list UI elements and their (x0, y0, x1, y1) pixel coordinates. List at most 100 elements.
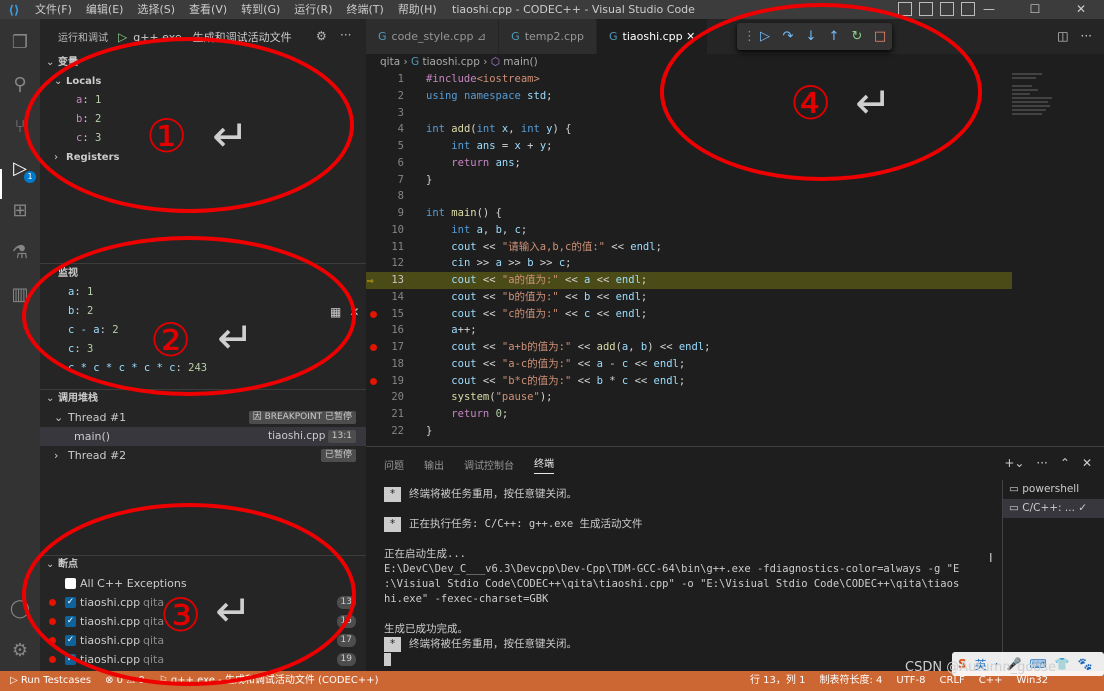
code-line[interactable]: 20 system("pause"); (366, 389, 1012, 406)
code-token: ) { (552, 123, 572, 136)
menu-run[interactable]: 运行(R) (287, 0, 339, 19)
close-panel-icon[interactable]: ✕ (1082, 456, 1092, 470)
tab-code-style[interactable]: Gcode_style.cpp ⊿ (366, 19, 500, 54)
code-token: int (426, 123, 445, 136)
toolbox-icon[interactable]: 🐾 (1078, 657, 1093, 671)
check-icon: ✓ (1078, 502, 1088, 514)
function-symbol-icon: ⬡ (490, 56, 500, 68)
breadcrumb-file[interactable]: tiaoshi.cpp (423, 56, 480, 68)
minimize-button[interactable]: — (966, 0, 1012, 19)
terminal-line: * 终端将被任务重用，按任意键关闭。 (384, 637, 984, 652)
code-token: << (571, 374, 597, 387)
code-token: int (451, 223, 471, 236)
code-token: endl (615, 274, 641, 286)
cursor-position[interactable]: 行 13，列 1 (750, 671, 805, 691)
skin-icon[interactable]: 👕 (1055, 657, 1070, 671)
terminal-icon: ▭ (1009, 502, 1023, 514)
menu-help[interactable]: 帮助(H) (391, 0, 444, 19)
code-token: add (451, 123, 471, 136)
code-line[interactable]: 14 cout << "b的值为:" << b << endl; (366, 289, 1012, 306)
search-icon[interactable]: ⚲ (8, 73, 32, 97)
menu-edit[interactable]: 编辑(E) (79, 0, 131, 19)
code-line[interactable]: 18 cout << "a-c的值为:" << a - c << endl; (366, 356, 1012, 373)
code-token: >> (470, 257, 496, 270)
code-line[interactable]: 15 cout << "c的值为:" << c << endl; (366, 306, 1012, 323)
maximize-panel-icon[interactable]: ⌃ (1060, 456, 1070, 470)
maximize-button[interactable]: ☐ (1012, 0, 1058, 19)
code-token: int (476, 123, 496, 136)
return-arrow-icon: ↵ (855, 78, 892, 129)
menu-terminal[interactable]: 终端(T) (340, 0, 391, 19)
terminal-line: 正在启动生成... (384, 547, 984, 562)
window-title: tiaoshi.cpp - CODEC++ - Visual Studio Co… (452, 3, 695, 16)
more-actions-icon[interactable]: ··· (340, 28, 351, 42)
run-debug-icon[interactable]: ▷ 1 (8, 157, 36, 183)
toggle-secondary-sidebar-icon[interactable] (940, 2, 954, 16)
tab-problems[interactable]: 问题 (384, 457, 404, 472)
settings-gear-icon[interactable]: ⚙ (8, 639, 32, 663)
terminal-text: :\Visiual Stdio Code\CODEC++\qita\tiaosh… (384, 578, 960, 590)
minimap[interactable] (1012, 71, 1092, 131)
code-token: ans (495, 156, 515, 169)
code-line[interactable]: 10 int a, b, c; (366, 222, 1012, 239)
tab-terminal[interactable]: 终端 (534, 455, 554, 474)
code-line[interactable]: 9 int main() { (366, 205, 1012, 222)
code-line[interactable]: 12 cin >> a >> b >> c; (366, 255, 1012, 272)
bottom-panel: 问题 输出 调试控制台 终端 +⌄ ··· ⌃ ✕ * 终端将被任务重用，按任意键… (366, 446, 1104, 671)
menu-selection[interactable]: 选择(S) (130, 0, 182, 19)
menu-go[interactable]: 转到(G) (234, 0, 287, 19)
testing-icon[interactable]: ⚗ (8, 241, 32, 265)
code-line[interactable]: 21 return 0; (366, 406, 1012, 423)
breadcrumb-symbol[interactable]: main() (503, 56, 537, 68)
tab-temp2[interactable]: Gtemp2.cpp (499, 19, 597, 54)
menu-file[interactable]: 文件(F) (28, 0, 79, 19)
code-token: endl (653, 357, 679, 370)
tab-debug-console[interactable]: 调试控制台 (464, 457, 514, 472)
code-line[interactable]: 17 cout << "a+b的值为:" << add(a, b) << end… (366, 339, 1012, 356)
code-token: cout (451, 307, 477, 320)
tab-size[interactable]: 制表符长度: 4 (819, 671, 882, 691)
code-token: << (590, 290, 616, 303)
line-number: 22 (391, 424, 404, 437)
pin-icon[interactable]: ⊿ (477, 30, 486, 43)
code-token: ; (655, 240, 662, 253)
code-token: ; (640, 307, 648, 320)
menu-view[interactable]: 查看(V) (182, 0, 234, 19)
explorer-icon[interactable]: ❐ (8, 31, 32, 55)
new-terminal-icon[interactable]: +⌄ (1004, 456, 1024, 470)
cpp-file-icon: G (511, 30, 520, 43)
chevron-right-icon: › (54, 449, 59, 462)
code-line[interactable]: 19 cout << "b*c的值为:" << b * c << endl; (366, 373, 1012, 390)
line-source: } (426, 423, 432, 440)
breakpoint-line-badge: 17 (336, 634, 356, 647)
extensions-icon[interactable]: ⊞ (8, 199, 32, 223)
terminal-output[interactable]: * 终端将被任务重用，按任意键关闭。 * 正在执行任务: C/C++: g++.exe… (384, 487, 984, 667)
stack-frame-row[interactable]: main() tiaoshi.cpp 13:1 (40, 427, 366, 446)
code-line[interactable]: 11 cout << "请输入a,b,c的值:" << endl; (366, 239, 1012, 256)
code-line[interactable]: 22} (366, 423, 1012, 440)
terminal-item-task[interactable]: ▭ C/C++: ... ✓ (1003, 499, 1104, 518)
more-actions-icon[interactable]: ··· (1036, 456, 1047, 470)
line-number: 6 (397, 156, 404, 169)
split-editor-icon[interactable]: ◫ (1057, 29, 1068, 43)
toggle-panel-icon[interactable] (919, 2, 933, 16)
start-debug-icon[interactable]: ▷ (118, 30, 127, 44)
code-line[interactable]: ⇨ 13 cout << "a的值为:" << a << endl; (366, 272, 1012, 289)
tab-output[interactable]: 输出 (424, 457, 444, 472)
open-launch-json-icon[interactable]: ⚙ (316, 29, 327, 43)
more-actions-icon[interactable]: ··· (1081, 29, 1092, 43)
code-line[interactable]: 7} (366, 172, 1012, 189)
thread-row[interactable]: ⌄ Thread #1 因 BREAKPOINT 已暂停 (40, 408, 366, 427)
code-token: cout (451, 374, 477, 387)
panel-tabs: 问题 输出 调试控制台 终端 (366, 447, 1104, 481)
run-testcases-button[interactable]: ▷ Run Testcases (10, 671, 91, 691)
code-line[interactable]: 8 (366, 188, 1012, 205)
debug-badge: 1 (24, 171, 36, 183)
thread-row[interactable]: › Thread #2 已暂停 (40, 446, 366, 465)
code-line[interactable]: 16 a++; (366, 322, 1012, 339)
close-window-button[interactable]: ✕ (1058, 0, 1104, 19)
terminal-item-powershell[interactable]: ▭ powershell (1003, 480, 1104, 499)
breadcrumb-folder[interactable]: qita (380, 56, 400, 68)
